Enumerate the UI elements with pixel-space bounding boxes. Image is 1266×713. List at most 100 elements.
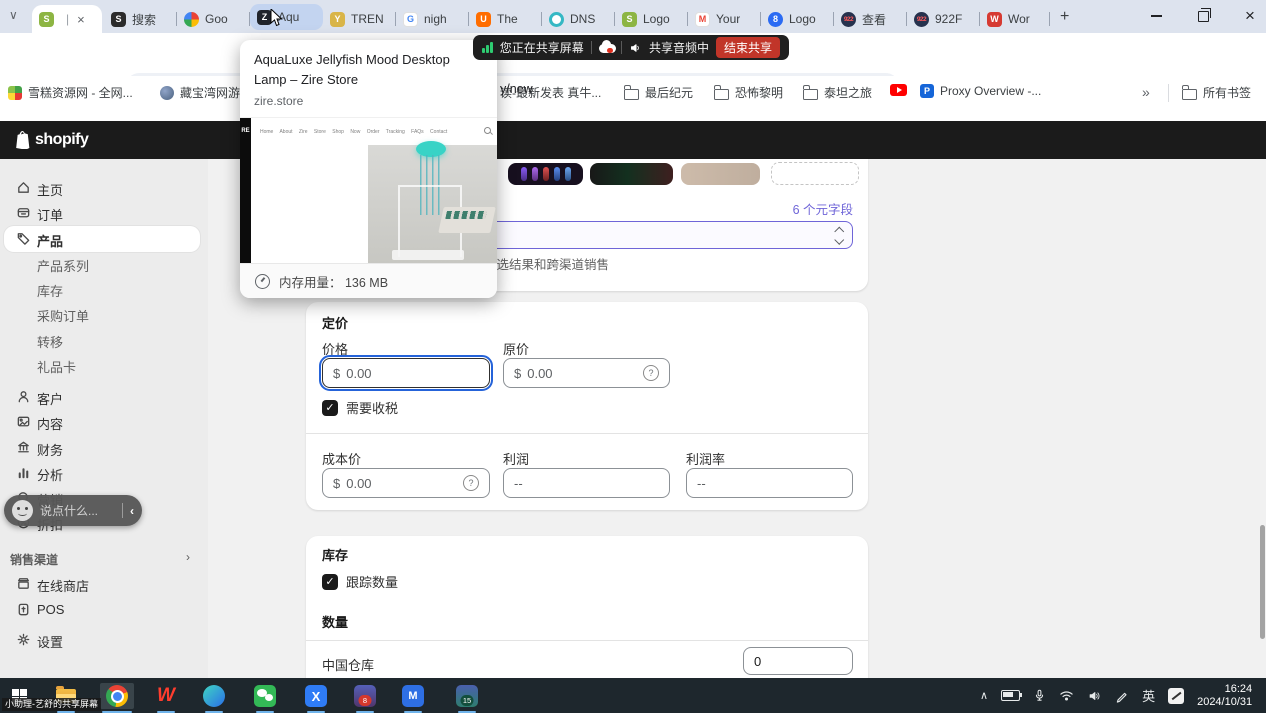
teal-ring-icon bbox=[549, 12, 564, 27]
assistant-chat-widget[interactable]: 说点什么... ‹ bbox=[4, 495, 142, 526]
tab-6[interactable]: The bbox=[469, 5, 542, 33]
sidebar-item-finances[interactable]: 财务 bbox=[0, 436, 208, 461]
tax-checkbox-row[interactable]: 需要收税 bbox=[322, 398, 398, 417]
chat-input[interactable]: 说点什么... bbox=[40, 502, 115, 519]
tray-app-icon[interactable] bbox=[1168, 688, 1184, 704]
tab-2[interactable]: Goo bbox=[177, 5, 250, 33]
tab-11[interactable]: 查看 bbox=[834, 5, 907, 33]
close-button[interactable]: × bbox=[1235, 4, 1265, 28]
wifi-icon[interactable] bbox=[1059, 689, 1074, 702]
tab-3-hovered[interactable]: Aqu bbox=[250, 4, 323, 30]
wechat-taskbar-button[interactable] bbox=[248, 683, 282, 709]
tab-active[interactable]: | × bbox=[32, 5, 102, 33]
tab-close-icon[interactable]: × bbox=[77, 12, 85, 27]
shopify-dark-icon bbox=[111, 12, 126, 27]
sidebar-item-online-store[interactable]: 在线商店 bbox=[0, 572, 208, 597]
profit-input[interactable]: -- bbox=[503, 468, 670, 498]
media-thumbnail[interactable] bbox=[681, 163, 760, 185]
bookmark-folder[interactable]: 恐怖黎明 bbox=[714, 84, 783, 101]
input-language-indicator[interactable]: 英 bbox=[1142, 686, 1155, 705]
track-quantity-row[interactable]: 跟踪数量 bbox=[322, 572, 398, 591]
sidebar-item-purchase-orders[interactable]: 采购订单 bbox=[0, 302, 208, 327]
signal-bars-icon bbox=[482, 42, 493, 53]
cost-value: 0.00 bbox=[346, 476, 371, 491]
margin-value: -- bbox=[697, 476, 706, 491]
tab-7[interactable]: DNS bbox=[542, 5, 615, 33]
wps-taskbar-button[interactable]: W bbox=[149, 683, 183, 709]
tab-search-chevron-icon[interactable]: ∨ bbox=[9, 8, 18, 22]
margin-input[interactable]: -- bbox=[686, 468, 853, 498]
bookmark-item[interactable] bbox=[890, 84, 907, 96]
bookmark-item[interactable]: 雪糕资源网 - 全网... bbox=[8, 84, 133, 101]
meeting-app-button[interactable]: 8 bbox=[348, 683, 382, 709]
sidebar-item-collections[interactable]: 产品系列 bbox=[0, 252, 208, 277]
collapse-widget-chevron-icon[interactable]: ‹ bbox=[130, 504, 134, 518]
tray-expand-chevron-icon[interactable]: ∧ bbox=[980, 689, 988, 702]
checkbox-checked-icon[interactable] bbox=[322, 400, 338, 416]
sidebar-item-home[interactable]: 主页 bbox=[0, 176, 208, 201]
word-icon bbox=[987, 12, 1002, 27]
tab-10[interactable]: Logo bbox=[761, 5, 834, 33]
restore-button[interactable] bbox=[1188, 4, 1218, 28]
tab-5[interactable]: nigh bbox=[396, 5, 469, 33]
sidebar-item-content[interactable]: 内容 bbox=[0, 410, 208, 435]
tab-13[interactable]: Wor bbox=[980, 5, 1050, 33]
quark-taskbar-button[interactable] bbox=[197, 683, 231, 709]
sidebar-item-pos[interactable]: POS bbox=[0, 598, 208, 623]
site-logo: RE bbox=[240, 118, 251, 264]
battery-icon[interactable] bbox=[1001, 690, 1020, 701]
sidebar-item-analytics[interactable]: 分析 bbox=[0, 461, 208, 486]
page-scrollbar[interactable] bbox=[1260, 525, 1265, 639]
price-input[interactable]: $ 0.00 bbox=[322, 358, 490, 388]
new-tab-button[interactable]: + bbox=[1060, 8, 1069, 26]
tab-label: DNS bbox=[570, 12, 595, 26]
google-g-icon bbox=[403, 12, 418, 27]
help-icon[interactable]: ? bbox=[643, 365, 659, 381]
sidebar-item-settings[interactable]: 设置 bbox=[0, 628, 208, 653]
bookmark-folder[interactable]: 泰坦之旅 bbox=[803, 84, 872, 101]
compare-price-input[interactable]: $ 0.00 ? bbox=[503, 358, 670, 388]
xunlei-taskbar-button[interactable]: X bbox=[299, 683, 333, 709]
shopify-green-icon bbox=[622, 12, 637, 27]
orange-shop-icon bbox=[476, 12, 491, 27]
channels-chevron-icon[interactable]: › bbox=[186, 550, 190, 564]
meeting-icon: 8 bbox=[354, 685, 376, 707]
sidebar-label: 转移 bbox=[37, 332, 63, 351]
bookmarks-overflow-chevron[interactable]: » bbox=[1142, 84, 1150, 100]
minimize-button[interactable] bbox=[1141, 4, 1171, 28]
volume-icon[interactable] bbox=[1087, 689, 1102, 703]
tab-12[interactable]: 922F bbox=[907, 5, 980, 33]
sidebar-item-gift-cards[interactable]: 礼品卡 bbox=[0, 353, 208, 378]
sidebar-item-products[interactable]: 产品 bbox=[0, 227, 208, 252]
media-thumbnail[interactable] bbox=[508, 163, 583, 185]
sidebar-item-transfers[interactable]: 转移 bbox=[0, 328, 208, 353]
metafields-link[interactable]: 6 个元字段 bbox=[793, 199, 853, 218]
add-media-dropzone[interactable] bbox=[771, 162, 859, 185]
chrome-taskbar-button[interactable] bbox=[100, 683, 134, 709]
sidebar-item-orders[interactable]: 订单 bbox=[0, 201, 208, 226]
cost-input[interactable]: $ 0.00 ? bbox=[322, 468, 490, 498]
tab-label: nigh bbox=[424, 12, 447, 26]
tab-8[interactable]: Logo bbox=[615, 5, 688, 33]
microphone-icon[interactable] bbox=[1033, 688, 1046, 703]
stop-sharing-button[interactable]: 结束共享 bbox=[716, 37, 780, 58]
voov-taskbar-button[interactable]: M bbox=[396, 683, 430, 709]
all-bookmarks-folder[interactable]: 所有书签 bbox=[1182, 84, 1251, 101]
taskbar-clock[interactable]: 16:24 2024/10/31 bbox=[1197, 683, 1252, 709]
site-search-icon bbox=[484, 127, 491, 134]
sidebar-item-inventory[interactable]: 库存 bbox=[0, 277, 208, 302]
bookmark-item[interactable]: 藏宝湾网游 bbox=[160, 84, 240, 101]
checkbox-checked-icon[interactable] bbox=[322, 574, 338, 590]
quantity-input[interactable]: 0 bbox=[743, 647, 853, 675]
pen-icon[interactable] bbox=[1115, 689, 1129, 703]
meeting2-app-button[interactable]: 15 bbox=[450, 683, 484, 709]
bookmark-item[interactable]: P Proxy Overview -... bbox=[920, 84, 1041, 98]
sidebar-item-customers[interactable]: 客户 bbox=[0, 385, 208, 410]
tab-9[interactable]: Your bbox=[688, 5, 761, 33]
shopify-logo[interactable]: shopify bbox=[14, 130, 88, 149]
tab-4[interactable]: TREN bbox=[323, 5, 396, 33]
media-thumbnail[interactable] bbox=[590, 163, 673, 185]
tab-1[interactable]: 搜索 bbox=[104, 5, 177, 33]
help-icon[interactable]: ? bbox=[463, 475, 479, 491]
bookmark-folder[interactable]: 最后纪元 bbox=[624, 84, 693, 101]
